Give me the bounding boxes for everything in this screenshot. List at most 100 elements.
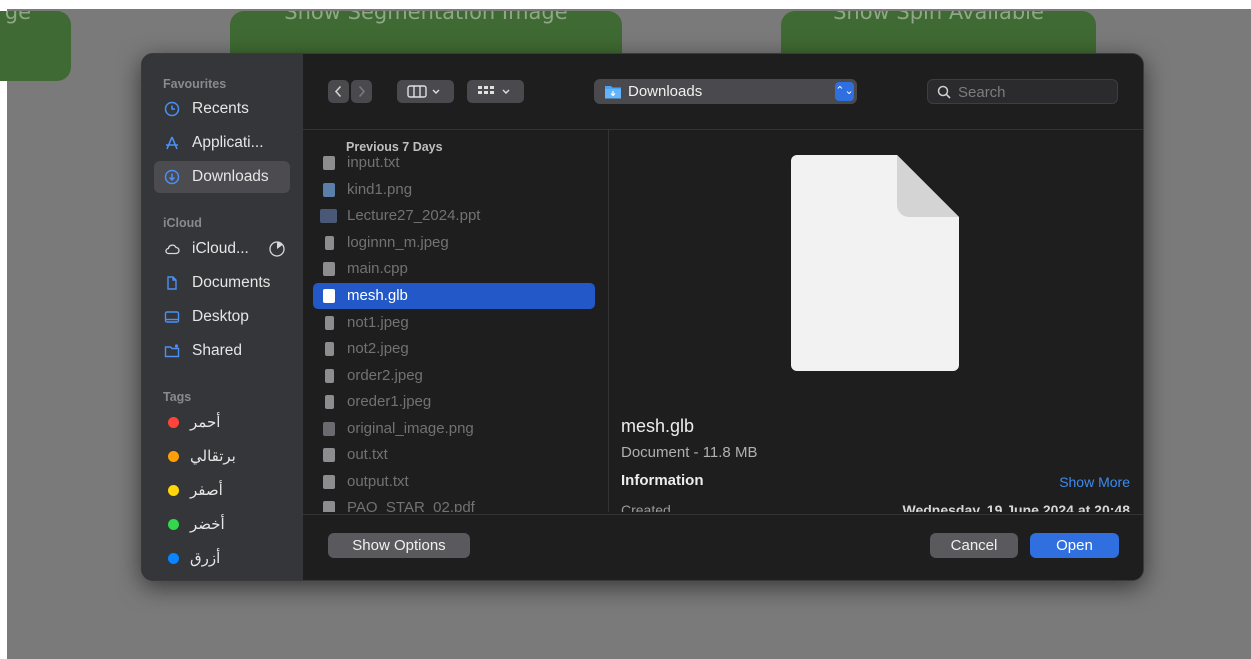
image-file-icon <box>325 342 334 356</box>
columns-view-icon <box>407 85 440 98</box>
file-list: Previous 7 Days input.txt kind1.png Lect… <box>303 130 608 514</box>
red-tag-dot <box>168 417 179 428</box>
file-name: output.txt <box>347 473 409 490</box>
preview-file-name: mesh.glb <box>621 416 695 436</box>
location-popup[interactable]: Downloads ⌃⌄ <box>594 79 857 104</box>
preview-file-kind: Document - 11.8 MB <box>621 444 758 461</box>
spin-available-button-label: Show Spin Available <box>833 11 1044 24</box>
folder-icon <box>605 86 621 99</box>
document-icon <box>323 289 335 303</box>
page-top-strip <box>0 0 1251 9</box>
file-name: main.cpp <box>347 260 408 277</box>
image-file-icon <box>325 316 334 330</box>
sidebar-item-label: Shared <box>192 342 242 359</box>
search-icon <box>937 85 951 99</box>
file-row[interactable]: not2.jpeg <box>313 336 595 362</box>
search-field[interactable]: Search <box>927 79 1118 104</box>
file-open-dialog: Favourites Recents Applicati... Download… <box>141 53 1144 581</box>
show-options-button[interactable]: Show Options <box>328 533 470 558</box>
sidebar-item-shared[interactable]: Shared <box>154 335 290 367</box>
sidebar: Favourites Recents Applicati... Download… <box>142 54 303 580</box>
grid-icon <box>478 86 510 94</box>
tag-red[interactable]: أحمر <box>154 406 290 438</box>
yellow-tag-dot <box>168 485 179 496</box>
back-button[interactable] <box>328 80 349 103</box>
shared-folder-icon <box>164 344 180 358</box>
show-more-link[interactable]: Show More <box>1059 474 1130 490</box>
document-preview-icon <box>791 155 959 371</box>
file-row[interactable]: input.txt <box>313 150 595 176</box>
sidebar-item-label: Applicati... <box>192 134 264 151</box>
sidebar-item-label: iCloud... <box>192 240 249 257</box>
file-row[interactable]: out.txt <box>313 442 595 468</box>
tag-yellow[interactable]: أصفر <box>154 474 290 506</box>
tag-label: أصفر <box>190 482 223 499</box>
file-row[interactable]: kind1.png <box>313 177 595 203</box>
green-tag-dot <box>168 519 179 530</box>
file-row[interactable]: main.cpp <box>313 256 595 282</box>
tag-label: أحمر <box>190 414 221 431</box>
tag-label: برتقالي <box>190 448 236 465</box>
browser-pane: Downloads ⌃⌄ Search Previous 7 Days inpu… <box>303 54 1143 580</box>
file-row[interactable]: Lecture27_2024.ppt <box>313 203 595 229</box>
sidebar-item-icloud-drive[interactable]: iCloud... <box>154 233 290 265</box>
text-file-icon <box>323 156 335 170</box>
sidebar-item-label: Recents <box>192 100 249 117</box>
file-name: not1.jpeg <box>347 314 409 331</box>
sidebar-item-label: Desktop <box>192 308 249 325</box>
applications-icon <box>166 136 178 150</box>
sidebar-item-downloads[interactable]: Downloads <box>154 161 290 193</box>
sidebar-item-applications[interactable]: Applicati... <box>154 127 290 159</box>
file-row[interactable]: not1.jpeg <box>313 310 595 336</box>
cancel-button[interactable]: Cancel <box>930 533 1018 558</box>
file-row[interactable]: order2.jpeg <box>313 363 595 389</box>
file-row[interactable]: oreder1.jpeg <box>313 389 595 415</box>
view-mode-button[interactable] <box>397 80 454 103</box>
file-row[interactable]: loginnn_m.jpeg <box>313 230 595 256</box>
file-name: loginnn_m.jpeg <box>347 234 449 251</box>
blue-tag-dot <box>168 553 179 564</box>
file-name: not2.jpeg <box>347 340 409 357</box>
download-icon <box>164 169 180 185</box>
sync-progress-icon <box>269 241 285 257</box>
sidebar-item-recents[interactable]: Recents <box>154 93 290 125</box>
favourites-title: Favourites <box>163 77 227 91</box>
file-name: original_image.png <box>347 420 474 437</box>
text-file-icon <box>323 448 335 462</box>
cloud-icon <box>165 244 180 255</box>
icloud-title: iCloud <box>163 216 202 230</box>
forward-button[interactable] <box>351 80 372 103</box>
image-file-icon <box>325 369 334 383</box>
image-file-icon <box>323 422 335 436</box>
sidebar-item-desktop[interactable]: Desktop <box>154 301 290 333</box>
tag-blue[interactable]: أزرق <box>154 542 290 574</box>
chevron-right-icon <box>358 85 366 98</box>
tag-green[interactable]: أخضر <box>154 508 290 540</box>
desktop-icon <box>164 311 180 323</box>
sidebar-item-documents[interactable]: Documents <box>154 267 290 299</box>
file-name: kind1.png <box>347 181 413 198</box>
segmentation-image-button-label: Show Segmentation Image <box>284 11 568 24</box>
tags-title: Tags <box>163 390 192 404</box>
up-down-chevron-icon: ⌃⌄ <box>835 82 854 101</box>
sidebar-item-label: Downloads <box>192 168 269 185</box>
chevron-left-icon <box>334 85 342 98</box>
file-row[interactable]: output.txt <box>313 469 595 495</box>
group-by-button[interactable] <box>467 80 524 103</box>
file-name: order2.jpeg <box>347 367 423 384</box>
preview-info-title: Information <box>621 472 704 489</box>
file-row[interactable]: original_image.png <box>313 416 595 442</box>
file-row-selected[interactable]: mesh.glb <box>313 283 595 309</box>
open-button[interactable]: Open <box>1030 533 1119 558</box>
tag-label: أزرق <box>190 550 221 567</box>
clock-icon <box>164 101 180 117</box>
file-name: Lecture27_2024.ppt <box>347 207 481 224</box>
background-button-left-label: ge <box>4 11 31 24</box>
background-button-left[interactable]: ge <box>0 11 71 81</box>
image-file-icon <box>325 395 334 409</box>
file-name: out.txt <box>347 446 388 463</box>
text-file-icon <box>323 475 335 489</box>
file-name: oreder1.jpeg <box>347 393 432 410</box>
tag-orange[interactable]: برتقالي <box>154 440 290 472</box>
document-icon <box>167 276 177 290</box>
